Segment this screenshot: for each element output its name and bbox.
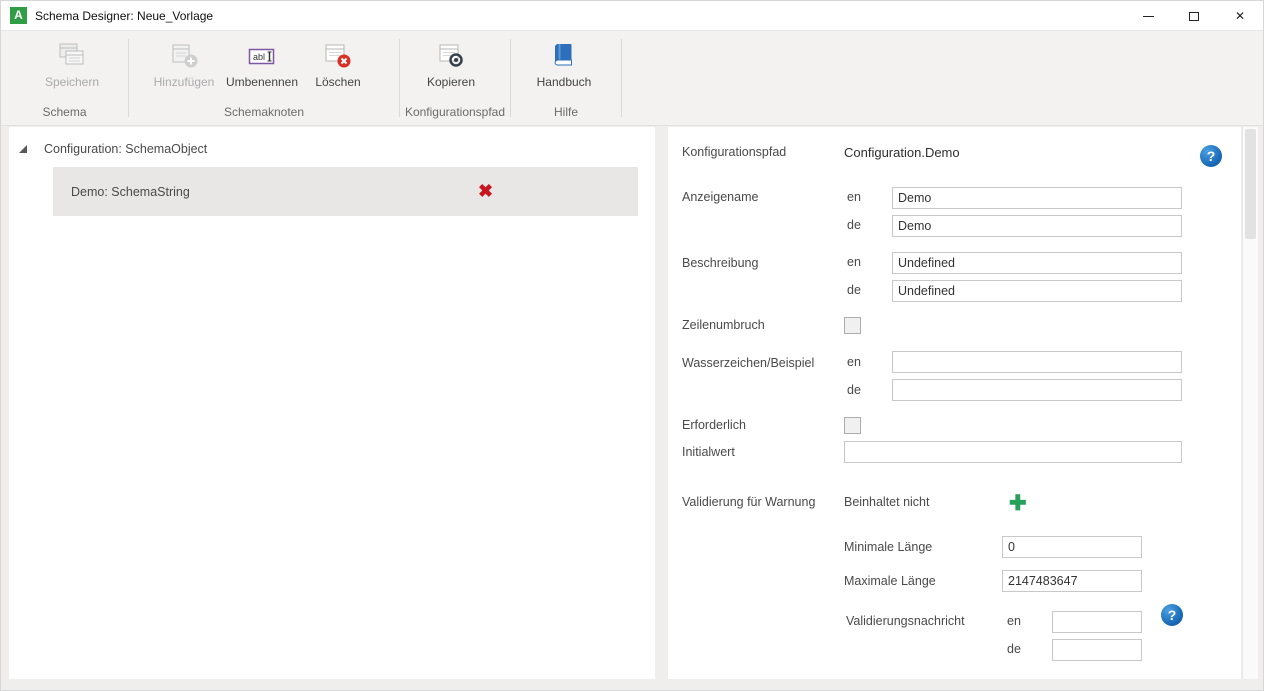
word-wrap-label: Zeilenumbruch (682, 318, 765, 332)
close-button[interactable]: ✕ (1217, 1, 1263, 31)
lang-de-label: de (1007, 642, 1021, 656)
initial-value-label: Initialwert (682, 445, 735, 459)
config-path-label: Konfigurationspfad (682, 145, 786, 159)
min-length-input[interactable] (1002, 536, 1142, 558)
min-length-label: Minimale Länge (844, 540, 932, 554)
description-label: Beschreibung (682, 256, 758, 270)
ribbon: Speichern Schema Hinzufügen (1, 31, 1263, 126)
required-label: Erforderlich (682, 418, 746, 432)
validation-message-en-input[interactable] (1052, 611, 1142, 633)
lang-en-label: en (847, 255, 861, 269)
maximize-icon (1189, 12, 1199, 21)
lang-en-label: en (847, 355, 861, 369)
validation-message-de-input[interactable] (1052, 639, 1142, 661)
description-en-input[interactable] (892, 252, 1182, 274)
config-path-value: Configuration.Demo (844, 145, 960, 160)
tree-root-node[interactable]: Configuration: SchemaObject (9, 139, 207, 159)
add-icon (146, 38, 222, 74)
manual-button-label: Handbuch (526, 75, 602, 89)
lang-de-label: de (847, 218, 861, 232)
lang-de-label: de (847, 383, 861, 397)
ribbon-group-label-schema: Schema (1, 105, 128, 119)
tree-node-selected[interactable]: Demo: SchemaString ✖ (53, 167, 638, 216)
window-controls: ✕ (1125, 1, 1263, 31)
ribbon-group-hilfe: Handbuch Hilfe (511, 31, 621, 125)
display-name-de-input[interactable] (892, 215, 1182, 237)
tree-expander-icon[interactable] (19, 145, 27, 153)
watermark-de-input[interactable] (892, 379, 1182, 401)
delete-node-button-label: Löschen (300, 75, 376, 89)
lang-en-label: en (847, 190, 861, 204)
minimize-button[interactable] (1125, 1, 1171, 31)
ribbon-group-label-hilfe: Hilfe (511, 105, 621, 119)
schema-tree-panel: Configuration: SchemaObject Demo: Schema… (9, 127, 655, 679)
titlebar: A Schema Designer: Neue_Vorlage ✕ (1, 1, 1263, 31)
ribbon-group-label-konfigurationspfad: Konfigurationspfad (400, 105, 510, 119)
validation-warning-label: Validierung für Warnung (682, 495, 815, 509)
rename-button[interactable]: abl Umbenennen (224, 38, 300, 89)
ribbon-group-schemaknoten: Hinzufügen abl Umbenennen (129, 31, 399, 125)
lang-en-label: en (1007, 614, 1021, 628)
copy-icon (413, 38, 489, 74)
tree-node-label: Demo: SchemaString (71, 185, 190, 199)
help-glyph: ? (1207, 148, 1216, 164)
svg-text:abl: abl (253, 52, 265, 62)
rename-icon: abl (224, 38, 300, 74)
display-name-en-input[interactable] (892, 187, 1182, 209)
book-icon (526, 38, 602, 74)
max-length-input[interactable] (1002, 570, 1142, 592)
manual-button[interactable]: Handbuch (526, 38, 602, 89)
app-icon: A (10, 7, 27, 24)
add-validation-plus-icon[interactable]: ✚ (1009, 493, 1027, 515)
vertical-scrollbar[interactable] (1242, 127, 1258, 679)
ribbon-group-label-schemaknoten: Schemaknoten (129, 105, 399, 119)
ribbon-group-konfigurationspfad: Kopieren Konfigurationspfad (400, 31, 510, 125)
copy-path-button[interactable]: Kopieren (413, 38, 489, 89)
rename-button-label: Umbenennen (224, 75, 300, 89)
description-de-input[interactable] (892, 280, 1182, 302)
tree-root-label: Configuration: SchemaObject (44, 142, 207, 156)
window-title: Schema Designer: Neue_Vorlage (35, 9, 213, 23)
save-icon (34, 38, 110, 74)
max-length-label: Maximale Länge (844, 574, 936, 588)
delete-node-button[interactable]: Löschen (300, 38, 376, 89)
add-node-button-label: Hinzufügen (146, 75, 222, 89)
delete-node-x-icon[interactable]: ✖ (478, 179, 493, 203)
scrollbar-thumb[interactable] (1245, 129, 1256, 239)
validation-message-label: Validierungsnachricht (846, 614, 965, 628)
help-glyph: ? (1168, 607, 1177, 623)
properties-panel: Konfigurationspfad Configuration.Demo ? … (668, 127, 1241, 679)
save-button[interactable]: Speichern (34, 38, 110, 89)
ribbon-group-schema: Speichern Schema (1, 31, 128, 125)
initial-value-input[interactable] (844, 441, 1182, 463)
validation-operator-value: Beinhaltet nicht (844, 495, 929, 509)
delete-icon (300, 38, 376, 74)
watermark-label: Wasserzeichen/Beispiel (682, 356, 814, 370)
minimize-icon (1143, 16, 1154, 17)
watermark-en-input[interactable] (892, 351, 1182, 373)
maximize-button[interactable] (1171, 1, 1217, 31)
add-node-button[interactable]: Hinzufügen (146, 38, 222, 89)
app-window: A Schema Designer: Neue_Vorlage ✕ (0, 0, 1264, 691)
copy-path-button-label: Kopieren (413, 75, 489, 89)
close-icon: ✕ (1235, 9, 1245, 23)
required-checkbox[interactable] (844, 417, 861, 434)
help-icon[interactable]: ? (1200, 145, 1222, 167)
save-button-label: Speichern (34, 75, 110, 89)
lang-de-label: de (847, 283, 861, 297)
help-icon[interactable]: ? (1161, 604, 1183, 626)
word-wrap-checkbox[interactable] (844, 317, 861, 334)
display-name-label: Anzeigename (682, 190, 758, 204)
ribbon-separator (621, 39, 622, 117)
